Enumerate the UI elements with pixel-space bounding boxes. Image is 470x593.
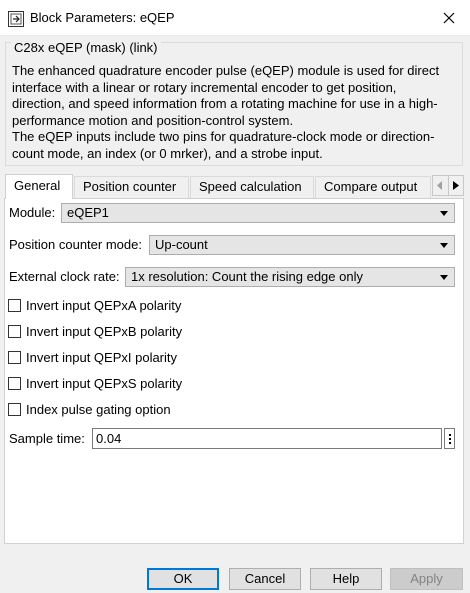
- tab-scroll-left-button[interactable]: [433, 176, 449, 195]
- general-tab-panel: Module: eQEP1 Position counter mode: Up-…: [4, 198, 464, 544]
- dialog-body: C28x eQEP (mask) (link) The enhanced qua…: [0, 36, 470, 593]
- invert-qepxb-checkbox[interactable]: [8, 325, 21, 338]
- help-button[interactable]: Help: [310, 568, 382, 590]
- tab-scroll-buttons: [432, 175, 464, 196]
- cancel-button[interactable]: Cancel: [229, 568, 301, 590]
- tab-general[interactable]: General: [5, 174, 73, 199]
- invert-qepxb-label: Invert input QEPxB polarity: [26, 324, 183, 339]
- chevron-down-icon: [440, 211, 448, 216]
- position-counter-mode-label: Position counter mode:: [9, 237, 142, 252]
- ok-button[interactable]: OK: [147, 568, 219, 590]
- close-icon: [443, 12, 455, 24]
- external-clock-rate-label: External clock rate:: [9, 269, 120, 284]
- simulink-block-icon: [8, 11, 24, 27]
- description-group: C28x eQEP (mask) (link) The enhanced qua…: [5, 41, 463, 166]
- close-button[interactable]: [438, 8, 460, 28]
- tab-compare-output[interactable]: Compare output: [315, 176, 431, 198]
- mask-title: C28x eQEP (mask) (link): [11, 41, 161, 55]
- tab-scroll-right-button[interactable]: [449, 176, 464, 195]
- window-title: Block Parameters: eQEP: [30, 10, 175, 25]
- index-pulse-gating-label: Index pulse gating option: [26, 402, 171, 417]
- sample-time-input[interactable]: [92, 428, 442, 449]
- chevron-down-icon: [440, 243, 448, 248]
- module-value: eQEP1: [67, 205, 109, 220]
- chevron-left-icon: [437, 181, 443, 190]
- position-counter-mode-dropdown[interactable]: Up-count: [149, 235, 455, 255]
- dialog-button-bar: OK Cancel Help Apply: [0, 568, 470, 593]
- invert-qepxi-checkbox[interactable]: [8, 351, 21, 364]
- invert-qepxs-label: Invert input QEPxS polarity: [26, 376, 183, 391]
- title-bar: Block Parameters: eQEP: [0, 0, 470, 36]
- block-description: The enhanced quadrature encoder pulse (e…: [12, 63, 440, 161]
- index-pulse-gating-checkbox[interactable]: [8, 403, 21, 416]
- sample-time-options-button[interactable]: [444, 428, 455, 449]
- invert-qepxa-label: Invert input QEPxA polarity: [26, 298, 182, 313]
- invert-qepxa-checkbox[interactable]: [8, 299, 21, 312]
- invert-qepxs-checkbox[interactable]: [8, 377, 21, 390]
- apply-button[interactable]: Apply: [390, 568, 463, 590]
- vertical-ellipsis-icon: [448, 433, 451, 444]
- module-dropdown[interactable]: eQEP1: [61, 203, 455, 223]
- position-counter-mode-value: Up-count: [155, 237, 208, 252]
- module-label: Module:: [9, 205, 56, 220]
- external-clock-rate-dropdown[interactable]: 1x resolution: Count the rising edge onl…: [125, 267, 455, 287]
- chevron-down-icon: [440, 275, 448, 280]
- chevron-right-icon: [452, 181, 459, 190]
- invert-qepxi-label: Invert input QEPxI polarity: [26, 350, 178, 365]
- tab-speed-calculation[interactable]: Speed calculation: [190, 176, 314, 198]
- tab-position-counter[interactable]: Position counter: [74, 176, 189, 198]
- sample-time-label: Sample time:: [9, 431, 85, 446]
- external-clock-rate-value: 1x resolution: Count the rising edge onl…: [131, 269, 363, 284]
- tab-strip: General Position counter Speed calculati…: [4, 174, 468, 199]
